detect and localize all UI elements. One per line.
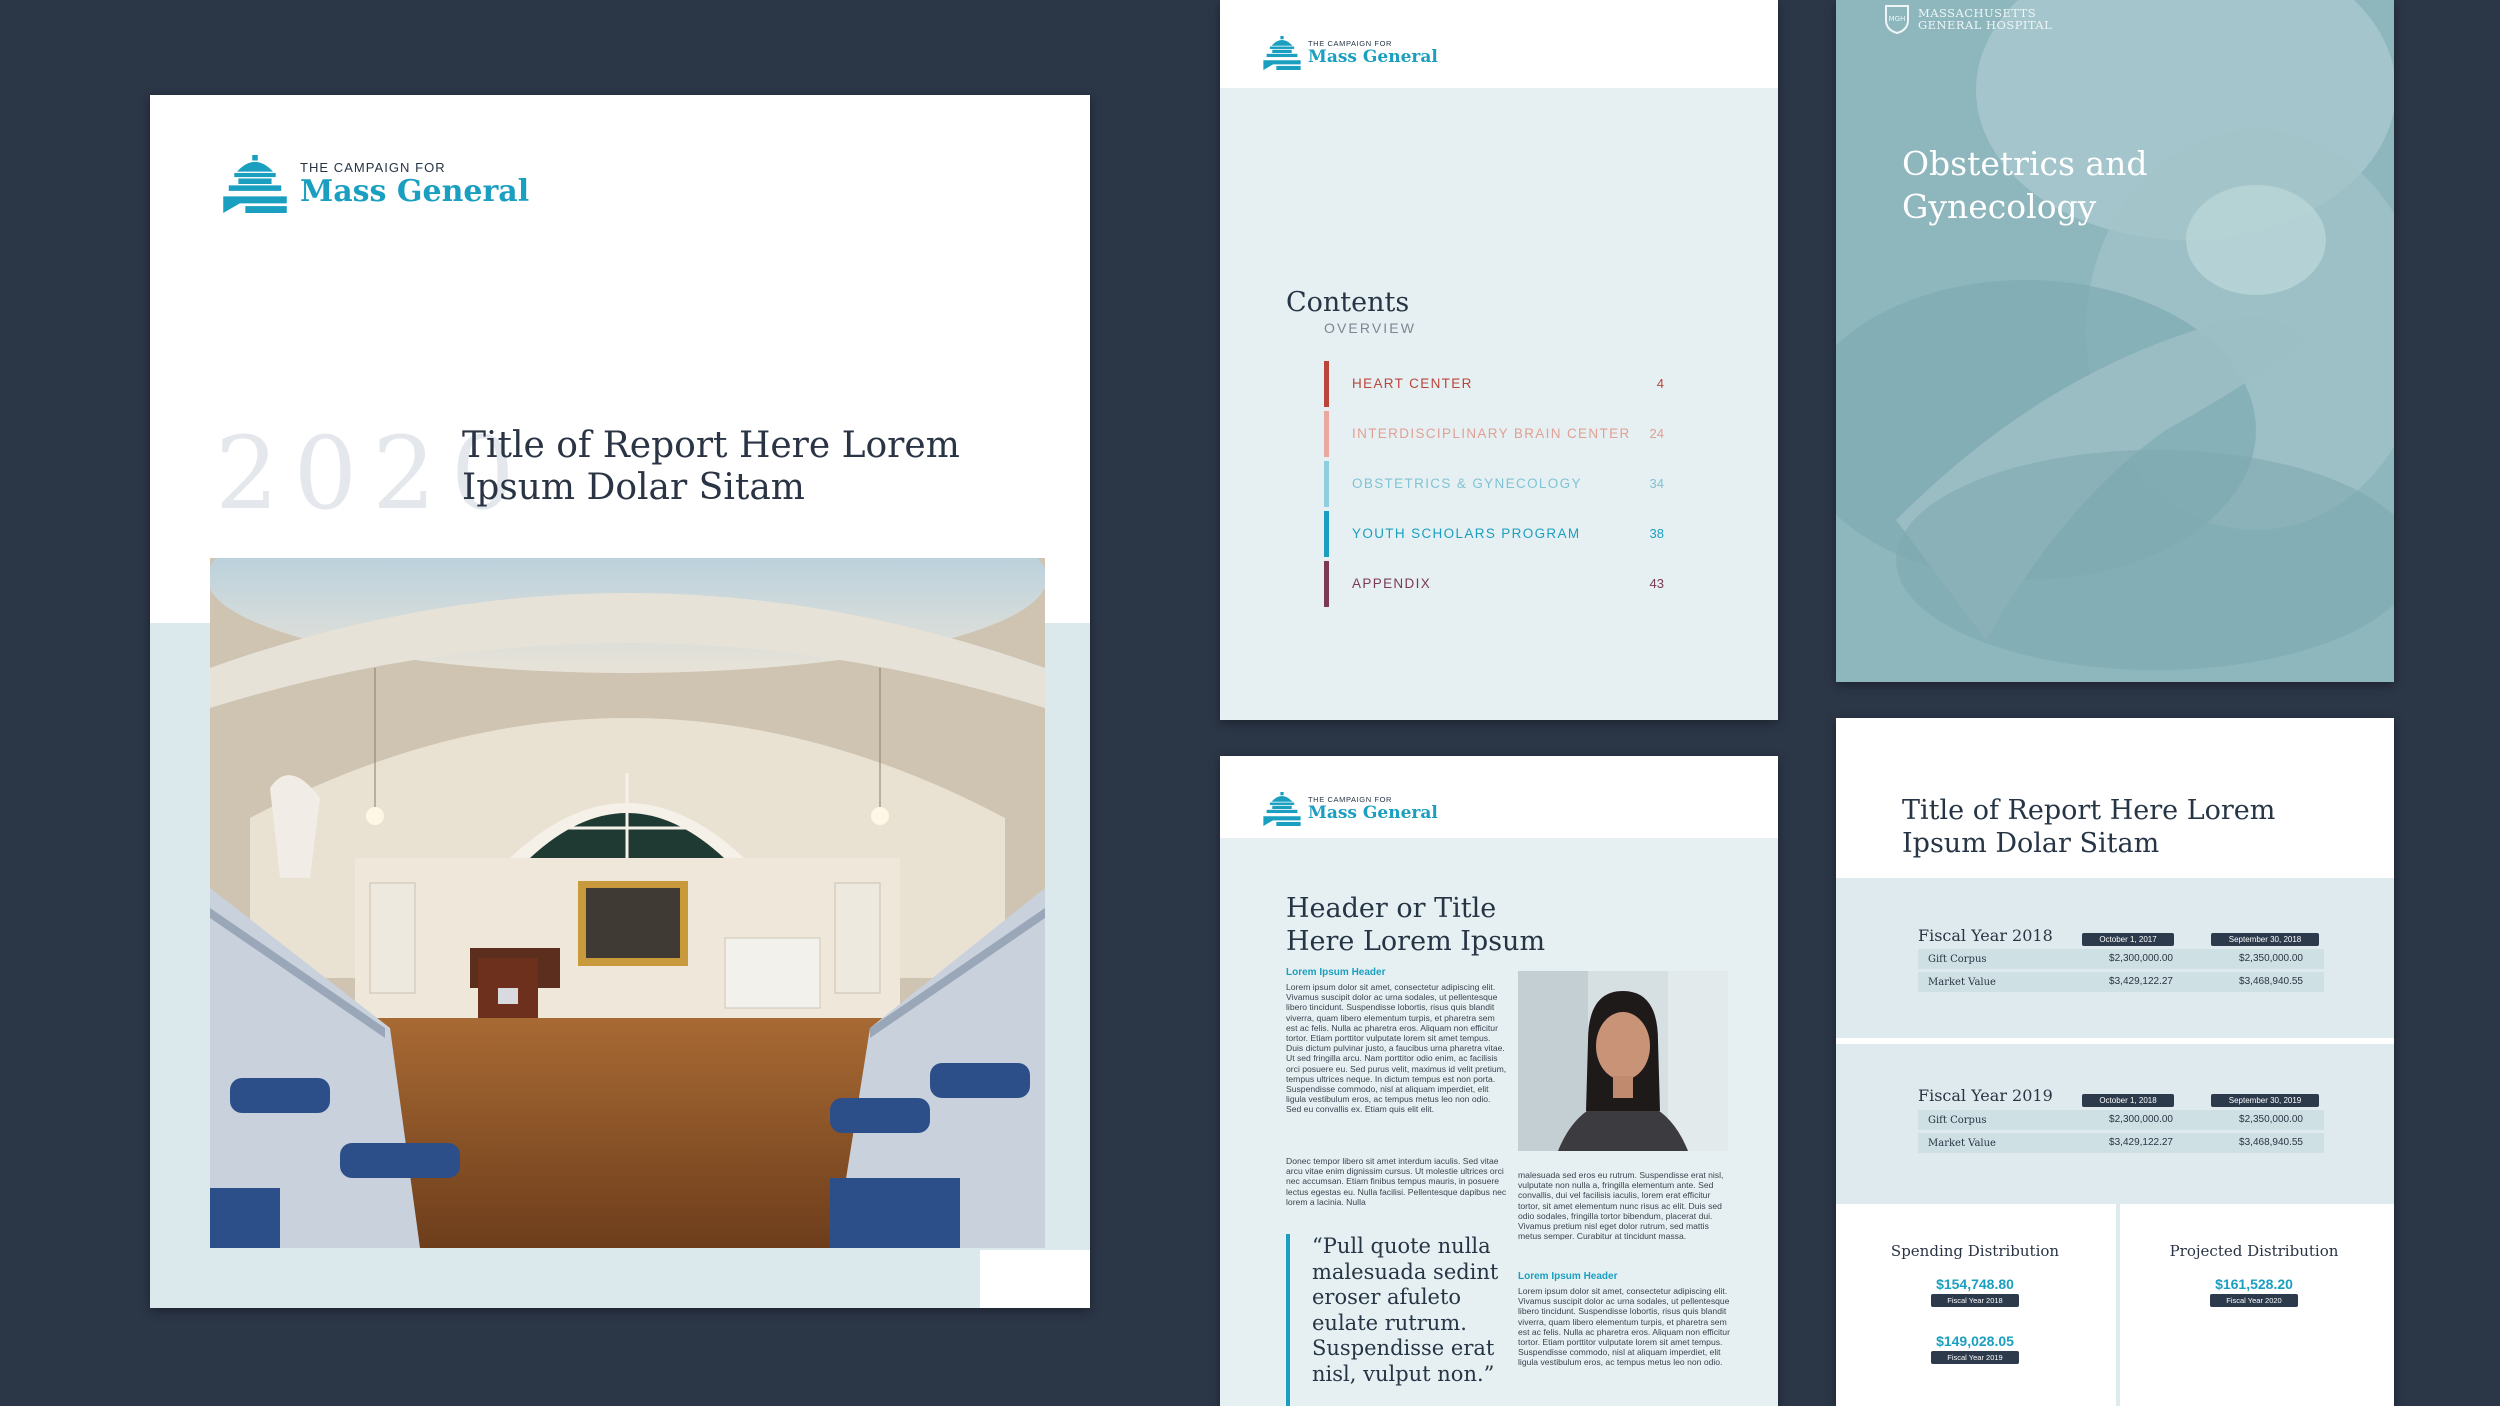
logo-name: Mass General: [1308, 47, 1438, 67]
toc-item-obstetrics[interactable]: OBSTETRICS & GYNECOLOGY 34: [1324, 461, 1684, 507]
date-header: September 30, 2018: [2211, 933, 2319, 946]
campaign-logo: THE CAMPAIGN FOR Mass General: [1262, 792, 1438, 826]
distribution-year: Fiscal Year 2018: [1931, 1294, 2019, 1307]
table-row: Market Value $3,429,122.27 $3,468,940.55: [1918, 972, 2324, 992]
article-subheader: Lorem Ipsum Header: [1286, 967, 1386, 978]
article-title: Header or Title Here Lorem Ipsum: [1286, 893, 1546, 957]
dome-logo-icon: [223, 155, 287, 213]
toc-color-bar: [1324, 561, 1329, 607]
campaign-logo: THE CAMPAIGN FOR Mass General: [1262, 36, 1438, 70]
spending-title: Spending Distribution: [1890, 1242, 2060, 1260]
row-value: $2,350,000.00: [2239, 953, 2303, 964]
mgh-name: MASSACHUSETTS GENERAL HOSPITAL: [1918, 6, 2053, 32]
toc-page-number: 34: [1649, 476, 1664, 491]
toc-label: HEART CENTER: [1352, 376, 1473, 391]
toc-color-bar: [1324, 461, 1329, 507]
toc-label: YOUTH SCHOLARS PROGRAM: [1352, 526, 1581, 541]
contents-page[interactable]: THE CAMPAIGN FOR Mass General Contents O…: [1220, 0, 1778, 720]
toc-label: APPENDIX: [1352, 576, 1432, 591]
column-divider: [2116, 1204, 2120, 1406]
date-header: September 30, 2019: [2211, 1094, 2319, 1107]
dome-logo-icon: [1263, 36, 1301, 70]
toc-label: OBSTETRICS & GYNECOLOGY: [1352, 476, 1582, 491]
toc-item-brain-center[interactable]: INTERDISCIPLINARY BRAIN CENTER 24: [1324, 411, 1684, 457]
dome-logo-icon: [1263, 792, 1301, 826]
toc-item-heart-center[interactable]: HEART CENTER 4: [1324, 361, 1684, 407]
article-paragraph: malesuada sed eros eu rutrum. Suspendiss…: [1518, 1170, 1724, 1240]
campaign-logo: THE CAMPAIGN FOR Mass General: [220, 155, 529, 213]
table-row: Gift Corpus $2,300,000.00 $2,350,000.00: [1918, 949, 2324, 969]
quote-bar: [1286, 1234, 1290, 1406]
toc-color-bar: [1324, 361, 1329, 407]
financial-page[interactable]: Title of Report Here Lorem Ipsum Dolar S…: [1836, 718, 2394, 1406]
distribution-year: Fiscal Year 2019: [1931, 1351, 2019, 1364]
row-value: $3,429,122.27: [2109, 1137, 2173, 1148]
rotunda-photo: [210, 558, 1045, 1248]
contents-subtitle: OVERVIEW: [1324, 320, 1417, 336]
table-row: Gift Corpus $2,300,000.00 $2,350,000.00: [1918, 1110, 2324, 1130]
distribution-value: $161,528.20: [2215, 1276, 2293, 1292]
distribution-value: $149,028.05: [1936, 1333, 2014, 1349]
toc-page-number: 24: [1649, 426, 1664, 441]
toc-item-youth-scholars[interactable]: YOUTH SCHOLARS PROGRAM 38: [1324, 511, 1684, 557]
toc-color-bar: [1324, 411, 1329, 457]
financial-title: Title of Report Here Lorem Ipsum Dolar S…: [1902, 795, 2276, 859]
row-value: $2,300,000.00: [2109, 1114, 2173, 1125]
article-subheader: Lorem Ipsum Header: [1518, 1271, 1618, 1282]
projected-title: Projected Distribution: [2169, 1242, 2339, 1260]
obstetrics-title: Obstetrics and Gynecology: [1902, 144, 2148, 226]
fiscal-year-label: Fiscal Year 2018: [1918, 926, 2053, 945]
portrait-photo: [1518, 971, 1728, 1151]
mgh-logo: MGH MASSACHUSETTS GENERAL HOSPITAL: [1884, 4, 2052, 34]
article-paragraph: Lorem ipsum dolor sit amet, consectetur …: [1518, 1286, 1730, 1368]
distribution-year: Fiscal Year 2020: [2210, 1294, 2298, 1307]
fiscal-year-label: Fiscal Year 2019: [1918, 1086, 2053, 1105]
svg-text:MGH: MGH: [1889, 15, 1906, 23]
cover-title: Title of Report Here Lorem Ipsum Dolar S…: [462, 425, 960, 508]
report-cover-page[interactable]: THE CAMPAIGN FOR Mass General 2020 Title…: [150, 95, 1090, 1308]
date-header: October 1, 2017: [2082, 933, 2174, 946]
row-value: $3,468,940.55: [2239, 976, 2303, 987]
date-header: October 1, 2018: [2082, 1094, 2174, 1107]
toc-item-appendix[interactable]: APPENDIX 43: [1324, 561, 1684, 607]
toc-page-number: 38: [1649, 526, 1664, 541]
logo-tagline: THE CAMPAIGN FOR: [300, 159, 446, 175]
baby-photo: [1836, 0, 2394, 682]
toc-page-number: 4: [1656, 376, 1664, 391]
table-row: Market Value $3,429,122.27 $3,468,940.55: [1918, 1133, 2324, 1153]
article-paragraph: Lorem ipsum dolor sit amet, consectetur …: [1286, 982, 1507, 1115]
pull-quote: “Pull quote nulla malesuada sedint erose…: [1312, 1234, 1499, 1386]
logo-name: Mass General: [300, 173, 530, 209]
article-paragraph: Donec tempor libero sit amet interdum ia…: [1286, 1156, 1507, 1207]
toc-page-number: 43: [1649, 576, 1664, 591]
row-value: $3,468,940.55: [2239, 1137, 2303, 1148]
row-value: $2,300,000.00: [2109, 953, 2173, 964]
article-page[interactable]: THE CAMPAIGN FOR Mass General Header or …: [1220, 756, 1778, 1406]
row-value: $3,429,122.27: [2109, 976, 2173, 987]
cover-band-notch: [980, 1250, 1090, 1308]
row-label: Market Value: [1928, 1138, 1996, 1149]
row-label: Gift Corpus: [1928, 954, 1987, 965]
distribution-value: $154,748.80: [1936, 1276, 2014, 1292]
row-label: Gift Corpus: [1928, 1115, 1987, 1126]
toc-label: INTERDISCIPLINARY BRAIN CENTER: [1352, 426, 1631, 441]
toc-color-bar: [1324, 511, 1329, 557]
row-value: $2,350,000.00: [2239, 1114, 2303, 1125]
contents-title: Contents: [1286, 287, 1410, 318]
obstetrics-cover-page[interactable]: MGH MASSACHUSETTS GENERAL HOSPITAL Obstet…: [1836, 0, 2394, 682]
shield-icon: MGH: [1885, 5, 1909, 34]
logo-name: Mass General: [1308, 803, 1438, 823]
row-label: Market Value: [1928, 977, 1996, 988]
